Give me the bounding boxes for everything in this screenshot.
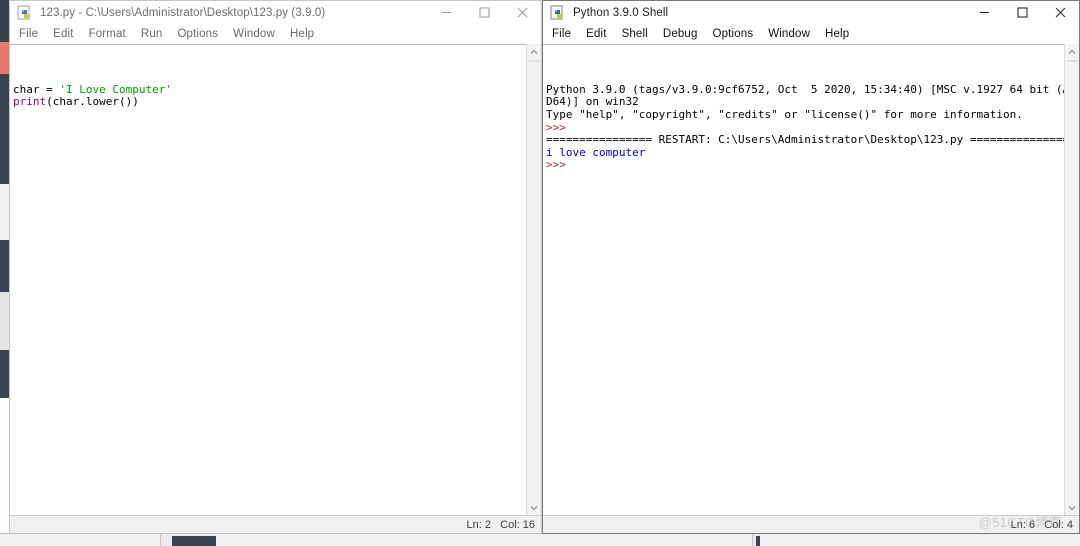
close-icon[interactable] [503, 1, 541, 24]
minimize-icon[interactable] [965, 1, 1003, 24]
idle-editor-window[interactable]: 123.py - C:\Users\Administrator\Desktop\… [9, 0, 542, 534]
text-span-plain: D64)] on win32 [546, 95, 639, 109]
taskbar-button[interactable] [272, 535, 753, 546]
python-idle-icon [17, 5, 33, 21]
shell-line: i love computer [546, 145, 1064, 160]
shell-vertical-scrollbar[interactable] [1064, 44, 1079, 515]
background-window-strip [0, 42, 9, 74]
text-span-plain: Python 3.9.0 (tags/v3.9.0:9cf6752, Oct 5… [546, 82, 1064, 96]
background-window-strip [0, 240, 9, 292]
editor-scroll-thumb[interactable] [528, 60, 540, 62]
python-shell-window[interactable]: Python 3.9.0 Shell File Edit Shell Debug Opt… [542, 0, 1080, 534]
shell-menu-options[interactable]: Options [713, 28, 754, 40]
shell-menubar[interactable]: File Edit Shell Debug Options Window Help [543, 24, 1079, 44]
text-span-prompt: >>> [546, 120, 573, 134]
shell-menu-edit[interactable]: Edit [586, 28, 606, 40]
taskbar-button[interactable] [760, 535, 1080, 546]
background-window-strip [0, 0, 9, 42]
editor-window-controls[interactable] [427, 1, 541, 24]
shell-menu-shell[interactable]: Shell [622, 28, 648, 40]
shell-line: Type "help", "copyright", "credits" or "… [546, 107, 1064, 122]
editor-menu-format[interactable]: Format [89, 28, 126, 40]
editor-menu-options[interactable]: Options [177, 28, 218, 40]
scroll-down-icon[interactable] [1065, 500, 1079, 515]
text-span-plain: ================ RESTART: C:\Users\Admin… [546, 133, 1064, 147]
pane-top-border [10, 44, 526, 45]
shell-menu-debug[interactable]: Debug [663, 28, 698, 40]
shell-title-text: Python 3.9.0 Shell [573, 6, 669, 19]
taskbar-button-active[interactable] [172, 536, 216, 546]
editor-code-area[interactable]: char = 'I Love Computer' print(char.lower… [10, 44, 526, 515]
scroll-down-icon[interactable] [527, 500, 541, 515]
background-window-strip [0, 350, 9, 398]
editor-cursor-position: Ln: 2 Col: 16 [466, 518, 536, 531]
editor-title-text: 123.py - C:\Users\Administrator\Desktop\… [40, 6, 326, 19]
minimize-icon[interactable] [427, 1, 465, 24]
shell-cursor-position: Ln: 6 Col: 4 [1010, 518, 1073, 531]
background-window-strip [0, 74, 9, 184]
editor-menu-help[interactable]: Help [290, 28, 314, 40]
taskbar[interactable] [0, 533, 1080, 546]
text-span-plain: char = [13, 82, 60, 96]
pane-top-border [543, 44, 1064, 45]
editor-menu-edit[interactable]: Edit [53, 28, 73, 40]
text-span-string: 'I Love Computer' [59, 82, 172, 96]
text-span-plain: (char.lower()) [46, 95, 139, 109]
shell-menu-help[interactable]: Help [825, 28, 849, 40]
shell-output-area[interactable]: Python 3.9.0 (tags/v3.9.0:9cf6752, Oct 5… [543, 44, 1064, 515]
editor-titlebar[interactable]: 123.py - C:\Users\Administrator\Desktop\… [10, 1, 541, 24]
shell-menu-file[interactable]: File [552, 28, 571, 40]
editor-menu-run[interactable]: Run [141, 28, 163, 40]
text-span-plain: Type "help", "copyright", "credits" or "… [546, 107, 1023, 121]
editor-menubar[interactable]: File Edit Format Run Options Window Help [10, 24, 541, 44]
background-window-strip [0, 184, 9, 240]
close-icon[interactable] [1041, 1, 1079, 24]
background-window-strip [0, 292, 9, 350]
editor-menu-window[interactable]: Window [233, 28, 275, 40]
editor-vertical-scrollbar[interactable] [526, 44, 541, 515]
taskbar-button[interactable] [0, 535, 161, 546]
shell-scroll-thumb[interactable] [1066, 60, 1078, 62]
taskbar-button[interactable] [216, 535, 273, 546]
text-span-prompt: >>> [546, 158, 573, 172]
shell-statusbar: Ln: 6 Col: 4 [543, 515, 1079, 533]
editor-statusbar: Ln: 2 Col: 16 [10, 515, 541, 533]
maximize-icon[interactable] [1003, 1, 1041, 24]
text-span-keyword: print [13, 95, 47, 109]
python-idle-icon [550, 5, 566, 21]
shell-menu-window[interactable]: Window [768, 28, 810, 40]
shell-titlebar[interactable]: Python 3.9.0 Shell [543, 1, 1079, 24]
background-window-strip [0, 398, 9, 534]
scroll-up-icon[interactable] [527, 44, 541, 59]
editor-menu-file[interactable]: File [19, 28, 38, 40]
maximize-icon[interactable] [465, 1, 503, 24]
shell-line: >>> [546, 159, 1064, 172]
code-line: print(char.lower()) [13, 96, 526, 109]
text-span-output: i love computer [546, 145, 646, 159]
shell-window-controls[interactable] [965, 1, 1079, 24]
scroll-up-icon[interactable] [1065, 44, 1079, 59]
